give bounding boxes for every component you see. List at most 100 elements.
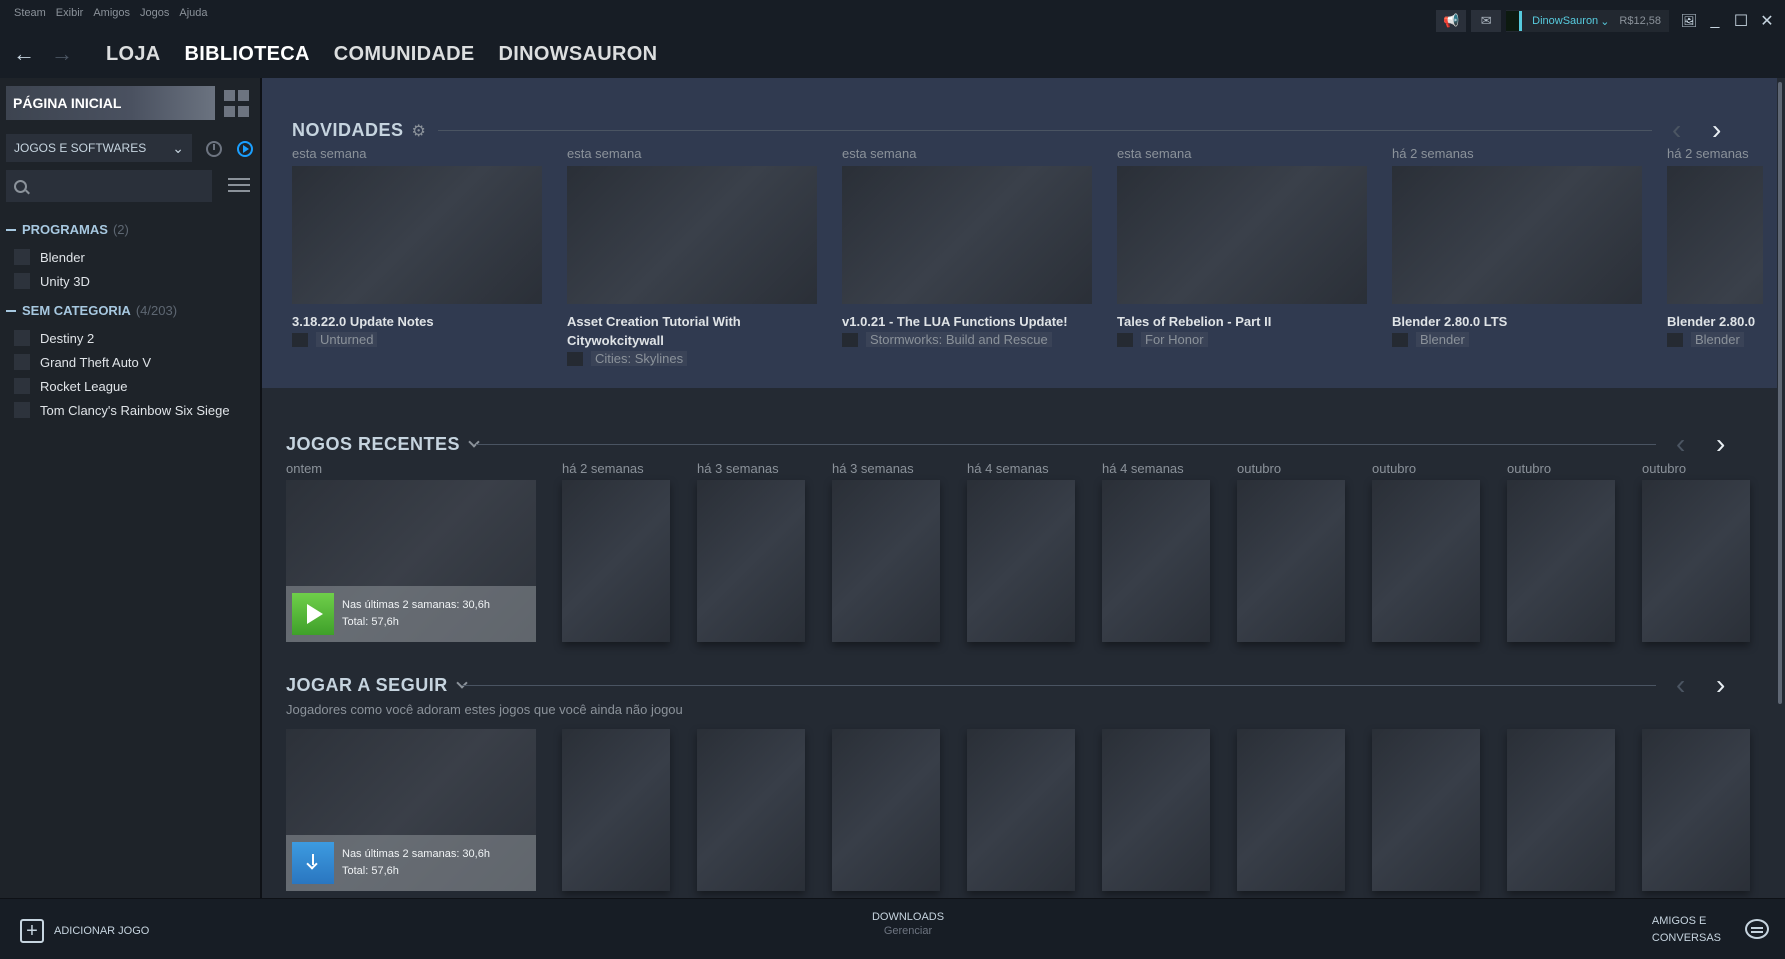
play-next-title[interactable]: JOGAR A SEGUIR (286, 675, 468, 696)
category-header-programas[interactable]: PROGRAMAS (2) (6, 222, 129, 237)
news-game-name: Stormworks: Build and Rescue (866, 332, 1052, 347)
friends-chat-button[interactable]: AMIGOS E CONVERSAS (1652, 913, 1721, 947)
chat-icon[interactable] (1745, 919, 1769, 939)
sidebar-item-rocket-league[interactable]: Rocket League (14, 375, 127, 397)
news-headline: 3.18.22.0 Update Notes (292, 314, 434, 329)
ready-to-play-icon[interactable] (237, 141, 253, 157)
game-capsule[interactable] (1237, 480, 1345, 642)
nav-store[interactable]: LOJA (106, 43, 161, 66)
chevron-right-icon: › (1716, 669, 1726, 700)
game-capsule[interactable] (1507, 480, 1615, 642)
playtime-info: Nas últimas 2 samanas: 30,6h Total: 57,6… (342, 846, 490, 880)
nav-community[interactable]: COMUNIDADE (334, 43, 475, 66)
chat-label: CONVERSAS (1651, 932, 1721, 944)
game-name: Rocket League (40, 378, 128, 394)
nav-library[interactable]: BIBLIOTECA (185, 43, 310, 66)
recent-game-hero[interactable]: Nas últimas 2 samanas: 30,6h Total: 57,6… (286, 480, 536, 642)
game-capsule[interactable] (967, 729, 1075, 891)
library-sidebar: PÁGINA INICIAL JOGOS E SOFTWARES ⌄ PROGR… (0, 78, 262, 898)
game-capsule[interactable] (832, 729, 940, 891)
add-game-label: ADICIONAR JOGO (54, 925, 150, 937)
news-headline: Blender 2.80.0 (1667, 314, 1756, 329)
announcements-button[interactable]: 📢 (1436, 10, 1467, 32)
library-filter-dropdown[interactable]: JOGOS E SOFTWARES ⌄ (6, 134, 192, 162)
game-icon (1667, 332, 1683, 347)
game-capsule[interactable] (562, 729, 670, 891)
menu-ajuda[interactable]: Ajuda (179, 7, 207, 19)
menu-steam[interactable]: Steam (14, 7, 46, 19)
menu-exibir[interactable]: Exibir (56, 7, 84, 19)
next-prev-button[interactable]: ‹ (1676, 671, 1685, 699)
gear-icon[interactable]: ⚙ (412, 121, 427, 141)
back-button[interactable]: ← (10, 41, 38, 67)
news-thumbnail (1667, 166, 1763, 304)
game-capsule[interactable] (967, 480, 1075, 642)
news-headline: Asset Creation Tutorial With Citywokcity… (567, 314, 741, 348)
library-home: NOVIDADES ⚙ ‹ › esta semana 3.18.22.0 Up… (262, 78, 1785, 898)
news-game-name: Blender (1416, 332, 1469, 347)
add-game-button[interactable]: + ADICIONAR JOGO (20, 919, 149, 943)
close-button[interactable]: ✕ (1755, 10, 1779, 32)
play-next-hero[interactable]: Nas últimas 2 samanas: 30,6h Total: 57,6… (286, 729, 536, 891)
category-count: (2) (112, 222, 129, 237)
sidebar-item-rainbow-six[interactable]: Tom Clancy's Rainbow Six Siege (14, 399, 230, 421)
grid-view-button[interactable] (224, 90, 252, 118)
search-input[interactable] (35, 178, 195, 194)
minimize-button[interactable]: _ (1703, 10, 1727, 32)
game-capsule[interactable] (1372, 480, 1480, 642)
recent-date: há 3 semanas (697, 461, 779, 476)
downloads-manage: Gerenciar (883, 925, 933, 937)
sidebar-item-blender[interactable]: Blender (14, 246, 85, 268)
game-capsule[interactable] (1102, 480, 1210, 642)
bottom-bar: + ADICIONAR JOGO DOWNLOADS Gerenciar AMI… (0, 898, 1785, 959)
game-capsule[interactable] (1237, 729, 1345, 891)
maximize-button[interactable]: ☐ (1729, 10, 1753, 32)
game-capsule[interactable] (1372, 729, 1480, 891)
menu-jogos[interactable]: Jogos (140, 7, 169, 19)
game-capsule[interactable] (697, 480, 805, 642)
next-next-button[interactable]: › (1716, 671, 1725, 699)
news-game-tag: Blender (1667, 332, 1744, 347)
menu-amigos[interactable]: Amigos (93, 7, 130, 19)
game-capsule[interactable] (1642, 729, 1750, 891)
game-capsule[interactable] (562, 480, 670, 642)
recent-sort-icon[interactable] (206, 141, 222, 157)
screenshot-button[interactable]: 🖼 (1677, 10, 1701, 32)
notifications-button[interactable]: ✉ (1471, 10, 1502, 32)
install-button[interactable] (292, 842, 334, 884)
recent-title[interactable]: JOGOS RECENTES (286, 434, 480, 455)
scrollbar[interactable] (1778, 82, 1782, 704)
forward-button[interactable]: → (48, 41, 76, 67)
sidebar-item-gta[interactable]: Grand Theft Auto V (14, 351, 151, 373)
game-icon (1392, 332, 1408, 347)
news-game-name: Unturned (316, 332, 378, 347)
downloads-button[interactable]: DOWNLOADS Gerenciar (870, 911, 946, 937)
game-name: Grand Theft Auto V (40, 354, 152, 370)
downloads-label: DOWNLOADS (871, 911, 945, 923)
game-capsule[interactable] (697, 729, 805, 891)
game-capsule[interactable] (1642, 480, 1750, 642)
game-capsule[interactable] (1507, 729, 1615, 891)
recent-date: há 3 semanas (832, 461, 914, 476)
news-card[interactable]: há 2 semanas Blender 2.80.0 Blender (1667, 78, 1763, 388)
play-button[interactable] (292, 593, 334, 635)
game-capsule[interactable] (1102, 729, 1210, 891)
category-header-sem-categoria[interactable]: SEM CATEGORIA (4/203) (6, 303, 177, 318)
advanced-filter-button[interactable] (228, 178, 250, 196)
playtime-total: Total: 57,6h (342, 616, 399, 628)
game-icon (567, 351, 583, 366)
nav-profile[interactable]: DINOWSAURON (499, 43, 658, 66)
sidebar-item-unity[interactable]: Unity 3D (14, 270, 90, 292)
user-menu[interactable]: DinowSauron ⌄ R$12,58 (1506, 10, 1669, 32)
sidebar-item-destiny[interactable]: Destiny 2 (14, 327, 94, 349)
home-button[interactable]: PÁGINA INICIAL (6, 86, 215, 120)
game-capsule[interactable] (832, 480, 940, 642)
collapse-icon (6, 309, 16, 312)
news-headline: v1.0.21 - The LUA Functions Update! (842, 314, 1068, 329)
recent-next-button[interactable]: › (1716, 430, 1725, 458)
library-search[interactable] (6, 170, 212, 202)
chevron-down-icon: ⌄ (1600, 15, 1610, 28)
recent-prev-button[interactable]: ‹ (1676, 430, 1685, 458)
game-icon (14, 402, 30, 418)
game-name: Tom Clancy's Rainbow Six Siege (40, 402, 230, 418)
